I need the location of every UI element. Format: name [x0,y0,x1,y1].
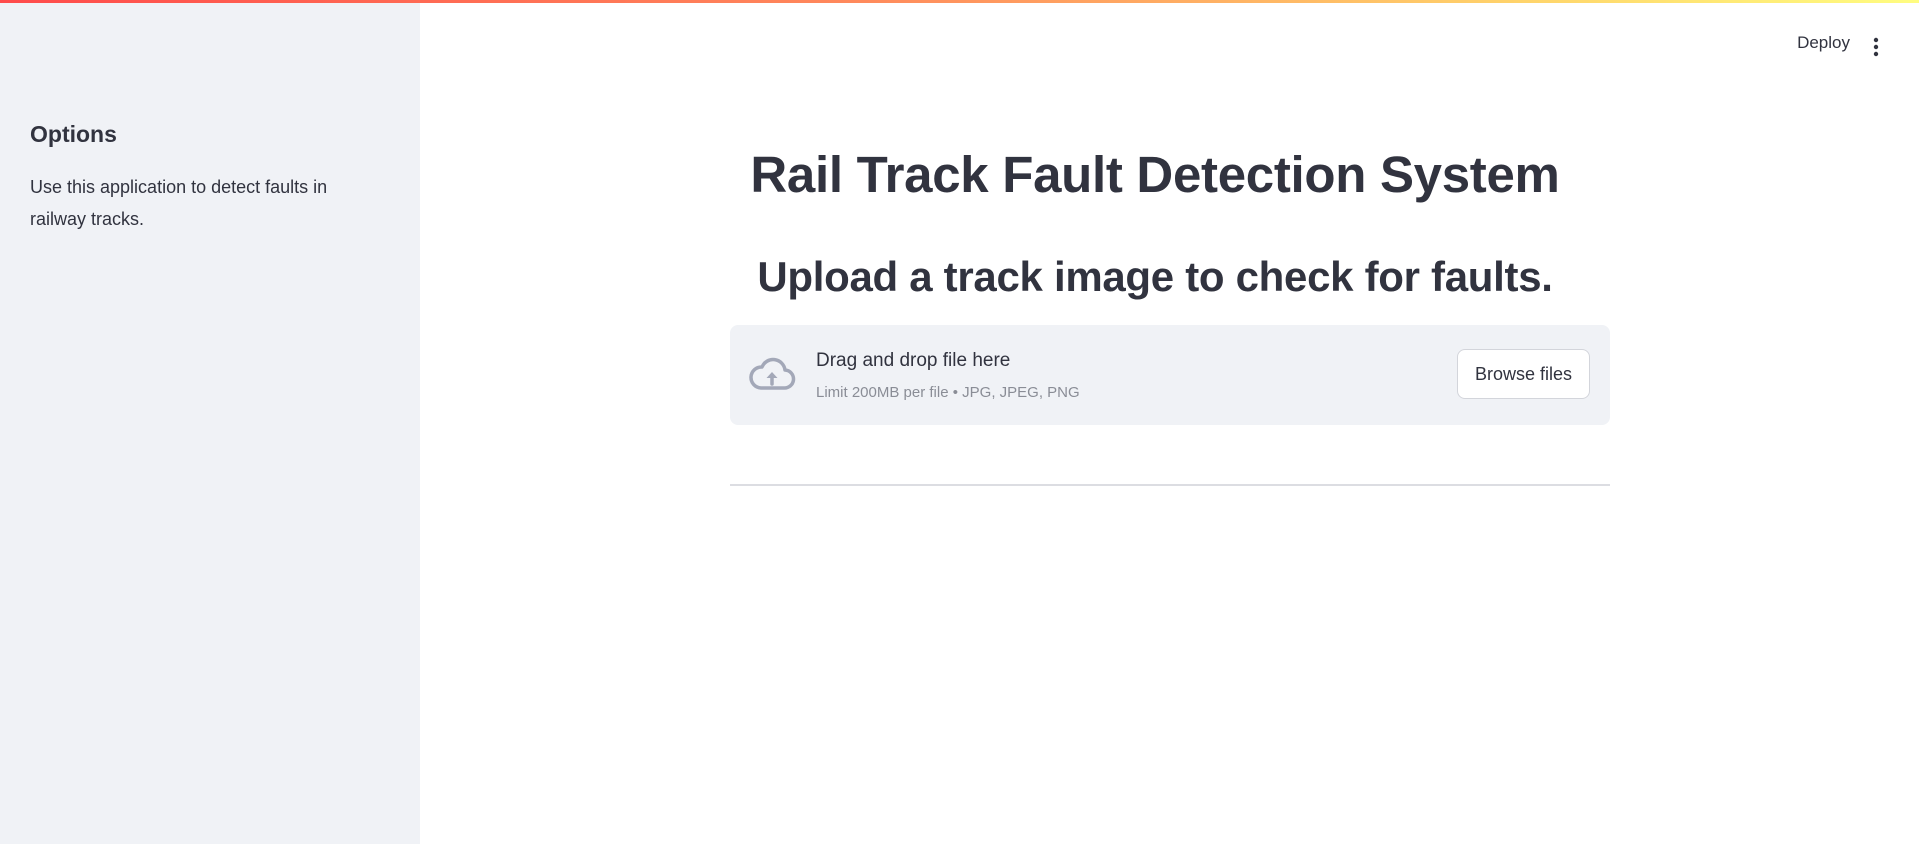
top-decoration-bar [0,0,1919,3]
sidebar: Options Use this application to detect f… [0,0,420,844]
browse-files-button[interactable]: Browse files [1457,349,1590,399]
sidebar-description: Use this application to detect faults in… [30,177,328,229]
file-uploader-dropzone[interactable]: Drag and drop file here Limit 200MB per … [730,325,1610,425]
page-subtitle: Upload a track image to check for faults… [757,253,1553,300]
sidebar-title: Options [30,121,117,147]
deploy-button[interactable]: Deploy [1797,33,1850,53]
dropzone-label: Drag and drop file here [816,350,1011,371]
dropzone-limit-text: Limit 200MB per file • JPG, JPEG, PNG [816,384,1080,401]
vertical-ellipsis-icon[interactable] [1871,36,1881,58]
divider [730,484,1610,486]
page-title: Rail Track Fault Detection System [750,146,1560,203]
cloud-upload-icon [748,355,796,395]
app-header: Deploy [420,3,1919,88]
